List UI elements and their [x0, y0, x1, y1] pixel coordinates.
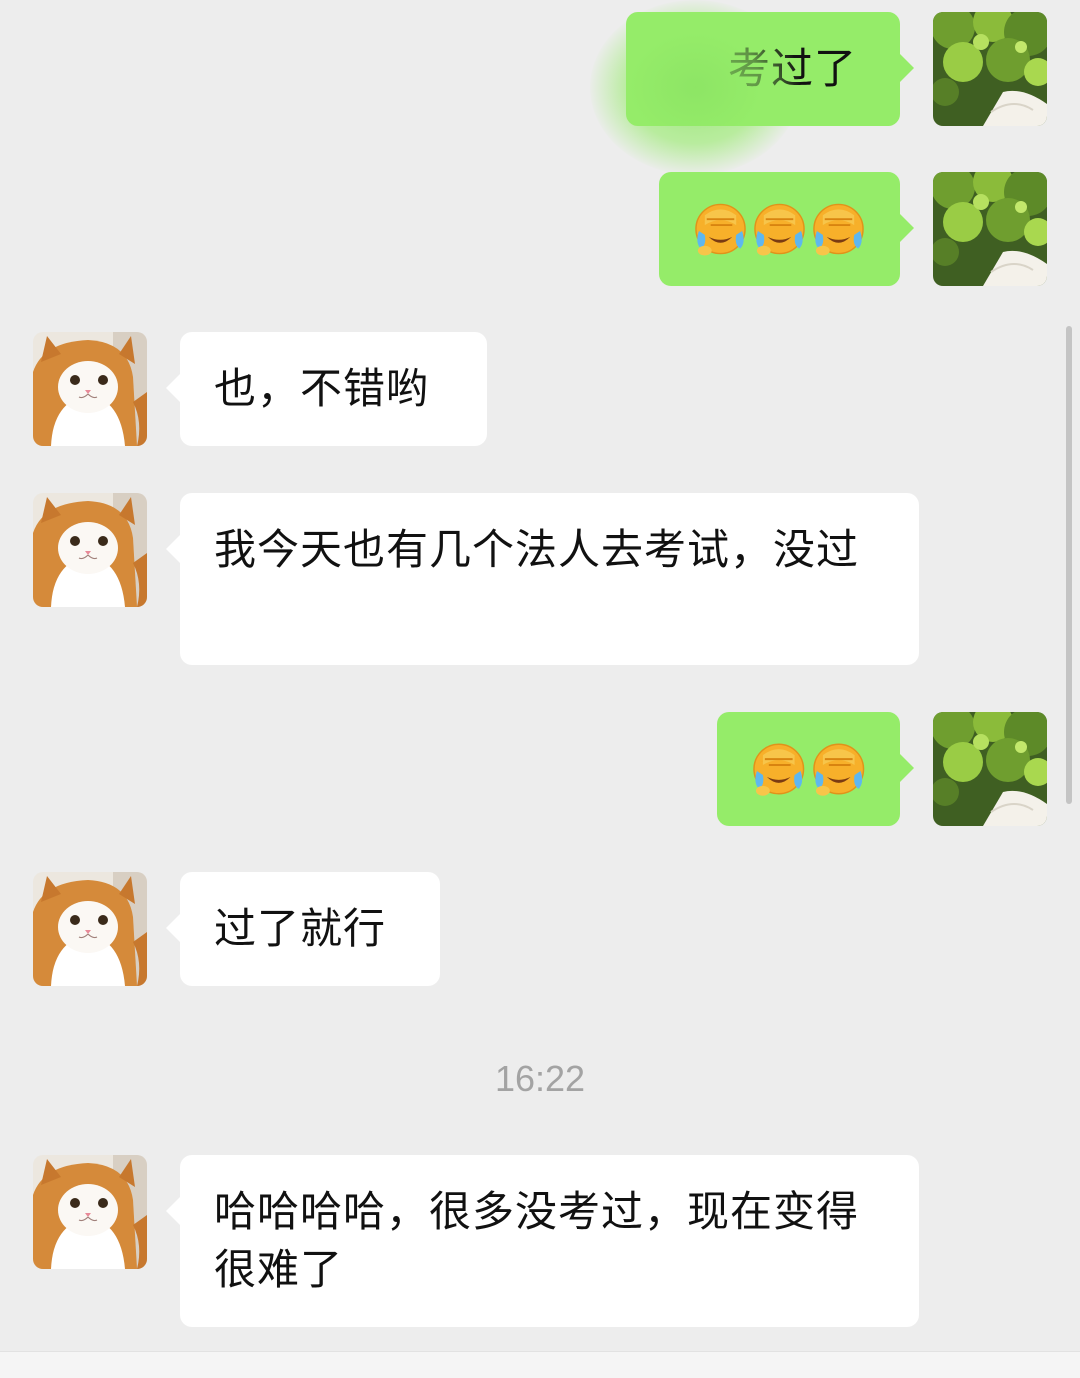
contact-avatar[interactable]	[33, 1155, 147, 1269]
face-palm-crying-emoji-icon	[811, 741, 867, 797]
leafy-tree-avatar-icon	[933, 172, 1047, 286]
outgoing-emoji-message[interactable]	[659, 172, 914, 286]
contact-avatar[interactable]	[33, 493, 147, 607]
message-text: 也，不错哟	[214, 364, 430, 413]
chat-area[interactable]: 考过了 也，不错哟 我今天也有几个法人去考试，没过	[0, 0, 1080, 1378]
scribble-mark	[590, 0, 800, 175]
outgoing-emoji-message[interactable]	[717, 712, 914, 826]
incoming-message[interactable]: 我今天也有几个法人去考试，没过	[166, 493, 919, 665]
message-text: 过了就行	[214, 904, 387, 953]
self-avatar[interactable]	[933, 712, 1047, 826]
face-palm-crying-emoji-icon	[752, 201, 807, 257]
contact-avatar[interactable]	[33, 332, 147, 446]
incoming-message[interactable]: 哈哈哈哈，很多没考过，现在变得很难了	[166, 1155, 919, 1327]
message-text: 我今天也有几个法人去考试，没过	[214, 525, 860, 574]
face-palm-crying-emoji-icon	[751, 741, 807, 797]
orange-white-cat-avatar-icon	[33, 872, 147, 986]
message-text: 哈哈哈哈，很多没考过，现在变得很难了	[214, 1187, 860, 1294]
self-avatar[interactable]	[933, 12, 1047, 126]
input-bar-edge	[0, 1351, 1080, 1378]
incoming-message[interactable]: 过了就行	[166, 872, 440, 986]
message-timestamp: 16:22	[494, 1058, 586, 1099]
face-palm-crying-emoji-icon	[811, 201, 866, 257]
orange-white-cat-avatar-icon	[33, 1155, 147, 1269]
face-palm-crying-emoji-icon	[693, 201, 748, 257]
incoming-message[interactable]: 也，不错哟	[166, 332, 487, 446]
leafy-tree-avatar-icon	[933, 712, 1047, 826]
contact-avatar[interactable]	[33, 872, 147, 986]
scrollbar[interactable]	[1066, 326, 1072, 804]
leafy-tree-avatar-icon	[933, 12, 1047, 126]
orange-white-cat-avatar-icon	[33, 332, 147, 446]
orange-white-cat-avatar-icon	[33, 493, 147, 607]
self-avatar[interactable]	[933, 172, 1047, 286]
